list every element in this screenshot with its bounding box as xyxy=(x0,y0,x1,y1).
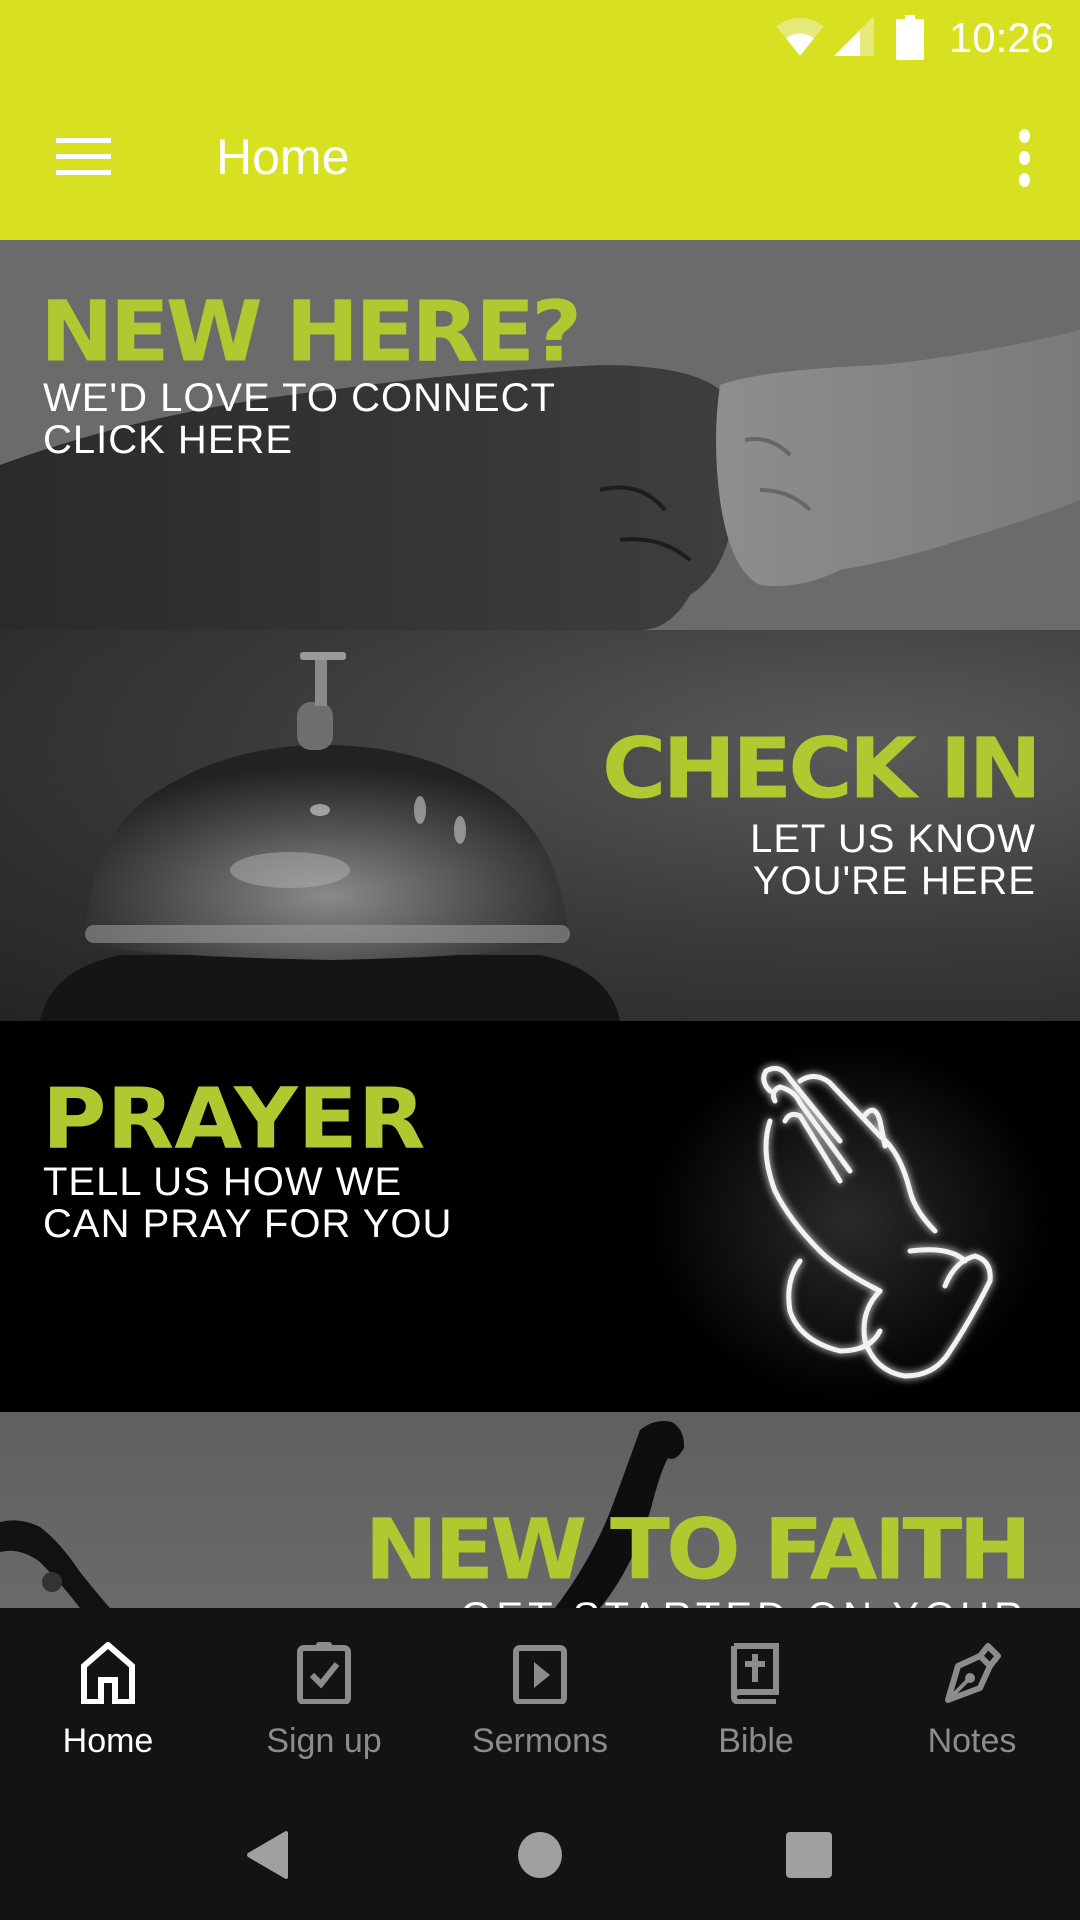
subtitle-line: YOU'RE HERE xyxy=(752,859,1036,903)
more-vert-icon[interactable] xyxy=(994,122,1054,194)
pen-nib-icon xyxy=(945,1643,1001,1703)
banner-new-here[interactable]: NEW HERE? WE'D LOVE TO CONNECT CLICK HER… xyxy=(0,240,1080,630)
subtitle-line: WE'D LOVE TO CONNECT xyxy=(43,376,556,420)
nav-item-sermons[interactable]: Sermons xyxy=(432,1608,648,1768)
system-nav-bar xyxy=(0,1768,1080,1920)
banner-headline: NEW TO FAITH xyxy=(364,1500,1032,1599)
banner-new-to-faith[interactable]: NEW TO FAITH GET STARTED ON YOUR xyxy=(0,1412,1080,1608)
banner-subtitle: WE'D LOVE TO CONNECT CLICK HERE xyxy=(43,377,556,461)
back-icon[interactable] xyxy=(246,1830,290,1880)
battery-icon xyxy=(896,15,924,60)
hamburger-menu-icon[interactable] xyxy=(40,120,112,192)
nav-item-notes[interactable]: Notes xyxy=(864,1608,1080,1768)
nav-item-home[interactable]: Home xyxy=(0,1608,216,1768)
recents-icon[interactable] xyxy=(786,1832,832,1878)
app-bar: Home xyxy=(0,76,1080,240)
bottom-nav: Home Sign up Sermons Bible Notes xyxy=(0,1608,1080,1768)
banner-headline: PRAYER xyxy=(42,1069,426,1168)
banner-headline: NEW HERE? xyxy=(40,282,582,381)
banner-prayer[interactable]: PRAYER TELL US HOW WE CAN PRAY FOR YOU xyxy=(0,1021,1080,1412)
banner-headline: CHECK IN xyxy=(601,719,1042,818)
clipboard-check-icon xyxy=(297,1642,351,1704)
nav-label: Notes xyxy=(927,1722,1017,1760)
nav-label: Sign up xyxy=(266,1722,382,1760)
banner-subtitle: TELL US HOW WE CAN PRAY FOR YOU xyxy=(43,1161,452,1245)
nav-item-sign-up[interactable]: Sign up xyxy=(216,1608,432,1768)
nav-item-bible[interactable]: Bible xyxy=(648,1608,864,1768)
wifi-icon xyxy=(776,18,824,56)
page-title: Home xyxy=(216,129,350,185)
nav-label: Home xyxy=(62,1722,154,1760)
status-time: 10:26 xyxy=(948,14,1054,61)
nav-label: Bible xyxy=(718,1722,794,1760)
banner-check-in[interactable]: CHECK IN LET US KNOW YOU'RE HERE xyxy=(0,630,1080,1021)
banner-subtitle: GET STARTED ON YOUR xyxy=(460,1596,1028,1608)
subtitle-line: CAN PRAY FOR YOU xyxy=(43,1202,453,1246)
home-icon xyxy=(81,1642,135,1704)
home-circle-icon[interactable] xyxy=(518,1832,562,1878)
subtitle-line: GET STARTED ON YOUR xyxy=(460,1596,1028,1608)
bible-icon xyxy=(730,1643,779,1704)
subtitle-line: TELL US HOW WE xyxy=(43,1160,403,1204)
top-bar: 10:26 Home xyxy=(0,0,1080,240)
signal-icon xyxy=(834,16,874,56)
status-bar: 10:26 xyxy=(0,0,1080,76)
subtitle-line: LET US KNOW xyxy=(750,817,1036,861)
nav-label: Sermons xyxy=(471,1722,609,1760)
play-video-icon xyxy=(513,1645,567,1704)
banner-subtitle: LET US KNOW YOU'RE HERE xyxy=(750,818,1036,902)
subtitle-line: CLICK HERE xyxy=(43,418,294,462)
